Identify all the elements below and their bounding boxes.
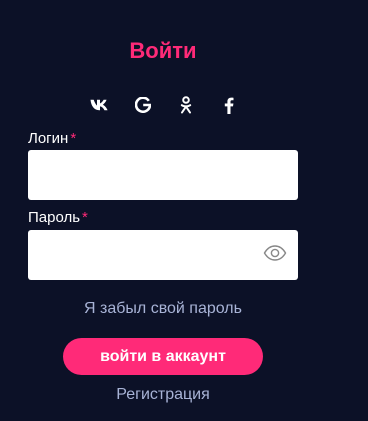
vk-login-button[interactable] <box>86 93 114 117</box>
page-title: Войти <box>129 38 197 63</box>
facebook-icon <box>224 97 234 114</box>
odnoklassniki-icon <box>180 96 192 114</box>
login-label-text: Логин <box>28 130 69 147</box>
login-input[interactable] <box>28 150 298 200</box>
password-label-text: Пароль <box>28 209 81 226</box>
register-link[interactable]: Регистрация <box>0 386 326 404</box>
password-input[interactable] <box>28 230 298 280</box>
login-submit-button[interactable]: войти в аккаунт <box>63 338 263 375</box>
google-icon <box>135 97 151 113</box>
social-login-buttons <box>86 93 258 117</box>
facebook-login-button[interactable] <box>215 93 243 117</box>
odnoklassniki-login-button[interactable] <box>172 93 200 117</box>
required-mark: * <box>82 209 88 226</box>
required-mark: * <box>70 130 77 147</box>
forgot-password-link[interactable]: Я забыл свой пароль <box>0 300 326 318</box>
vk-icon <box>90 99 110 111</box>
login-label: Логин * <box>28 130 76 147</box>
password-label: Пароль * <box>28 209 88 226</box>
google-login-button[interactable] <box>129 93 157 117</box>
show-password-eye-icon[interactable] <box>263 244 287 262</box>
